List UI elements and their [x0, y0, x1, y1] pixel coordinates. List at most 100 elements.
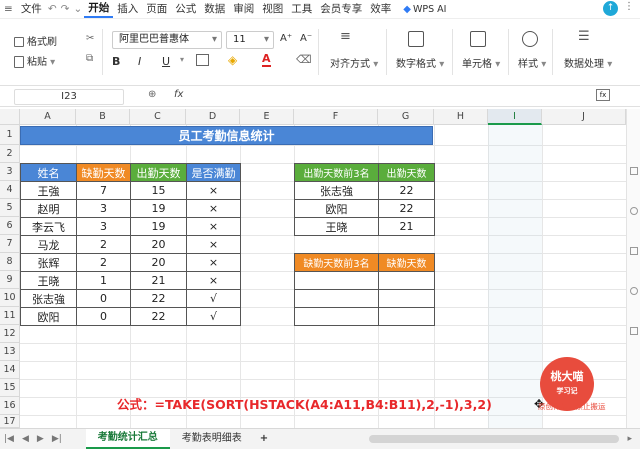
cell-name[interactable]: 张志強	[20, 289, 77, 308]
cell-full[interactable]: √	[186, 289, 241, 308]
prev-sheet-icon[interactable]: ◀	[18, 434, 33, 444]
cell-absent[interactable]: 1	[76, 271, 131, 290]
zoom-icon[interactable]: ⊕	[148, 89, 156, 100]
cell-name[interactable]: 张辉	[20, 253, 77, 272]
font-name-select[interactable]: 阿里巴巴普惠体 ▾	[112, 31, 222, 49]
side-panel-icon[interactable]	[630, 207, 638, 215]
cell-attend[interactable]: 20	[130, 253, 187, 272]
data-process-button[interactable]: 数据处理 ▾	[564, 55, 612, 70]
cell-attend[interactable]: 20	[130, 235, 187, 254]
fx-icon[interactable]: fx	[174, 89, 183, 100]
row-header[interactable]: 10	[0, 289, 20, 307]
row-header[interactable]: 6	[0, 217, 20, 235]
select-all-corner[interactable]	[0, 109, 20, 125]
cell-top3-absent-name[interactable]	[294, 271, 379, 290]
last-sheet-icon[interactable]: ▶|	[48, 434, 66, 444]
row-header[interactable]: 13	[0, 343, 20, 361]
fill-color-icon[interactable]: ◈	[228, 53, 237, 67]
tab-page[interactable]: 页面	[142, 0, 171, 18]
cell-full[interactable]: ×	[186, 235, 241, 254]
wps-ai-button[interactable]: WPS AI	[413, 4, 446, 15]
border-icon[interactable]	[196, 54, 209, 66]
cell-absent[interactable]: 3	[76, 217, 131, 236]
font-size-select[interactable]: 11 ▾	[226, 31, 274, 49]
cell-absent[interactable]: 2	[76, 235, 131, 254]
row-header[interactable]: 8	[0, 253, 20, 271]
column-header[interactable]: D	[186, 109, 240, 125]
cell-full[interactable]: ×	[186, 199, 241, 218]
header-absent-days[interactable]: 缺勤天数	[76, 163, 131, 182]
cell-attend[interactable]: 22	[130, 307, 187, 326]
horizontal-scrollbar[interactable]	[369, 435, 620, 443]
cell-name[interactable]: 王強	[20, 181, 77, 200]
cell-top3-name[interactable]: 张志強	[294, 181, 379, 200]
row-header[interactable]: 5	[0, 199, 20, 217]
tab-formula[interactable]: 公式	[171, 0, 200, 18]
side-panel-icon[interactable]	[630, 247, 638, 255]
cell-top3-absent-name[interactable]	[294, 307, 379, 326]
name-box[interactable]: I23	[14, 89, 124, 105]
cell-attend[interactable]: 22	[130, 289, 187, 308]
copy-icon[interactable]: ⧉	[86, 53, 93, 64]
italic-button[interactable]: I	[138, 55, 141, 68]
sheet-title[interactable]: 员工考勤信息统计	[20, 126, 433, 145]
cell-name[interactable]: 王晓	[20, 271, 77, 290]
cell-attend[interactable]: 21	[130, 271, 187, 290]
column-header[interactable]: F	[294, 109, 378, 125]
cell-full[interactable]: ×	[186, 253, 241, 272]
row-header[interactable]: 2	[0, 145, 20, 163]
underline-button[interactable]: U	[162, 55, 170, 68]
tab-tools[interactable]: 工具	[287, 0, 316, 18]
cell-top3-absent-value[interactable]	[378, 271, 435, 290]
cell-name[interactable]: 李云飞	[20, 217, 77, 236]
tab-insert[interactable]: 插入	[113, 0, 142, 18]
row-header[interactable]: 16	[0, 397, 20, 415]
number-format-button[interactable]: 数字格式 ▾	[396, 55, 444, 70]
cell-top3-name[interactable]: 欧阳	[294, 199, 379, 218]
column-header[interactable]: J	[542, 109, 626, 125]
increase-font-icon[interactable]: A⁺	[280, 33, 292, 44]
cell-attend[interactable]: 19	[130, 217, 187, 236]
cell-name[interactable]: 赵明	[20, 199, 77, 218]
column-header[interactable]: A	[20, 109, 76, 125]
cell-full[interactable]: ×	[186, 181, 241, 200]
underline-dropdown-icon[interactable]: ▾	[180, 55, 184, 64]
hamburger-menu-icon[interactable]: ≡	[0, 0, 17, 18]
add-sheet-button[interactable]: +	[254, 429, 274, 449]
side-panel-icon[interactable]	[630, 167, 638, 175]
column-header[interactable]: H	[434, 109, 488, 125]
row-header[interactable]: 11	[0, 307, 20, 325]
cell-full[interactable]: ×	[186, 271, 241, 290]
cloud-upload-icon[interactable]: ↑	[603, 1, 618, 16]
align-button[interactable]: 对齐方式 ▾	[330, 55, 378, 70]
row-header[interactable]: 12	[0, 325, 20, 343]
cell-top3-absent-name[interactable]	[294, 289, 379, 308]
column-header[interactable]: C	[130, 109, 186, 125]
column-header-selected[interactable]: I	[488, 109, 542, 125]
tab-home[interactable]: 开始	[84, 1, 114, 18]
cell-absent[interactable]: 3	[76, 199, 131, 218]
more-options-icon[interactable]: ⋮	[624, 1, 634, 12]
sheet-tab-summary[interactable]: 考勤统计汇总	[85, 429, 170, 449]
row-header[interactable]: 15	[0, 379, 20, 397]
expand-formula-icon[interactable]: fx	[596, 89, 610, 101]
cut-icon[interactable]: ✂	[86, 33, 94, 44]
row-header[interactable]: 17	[0, 415, 20, 428]
cell-absent[interactable]: 0	[76, 289, 131, 308]
undo-icon[interactable]: ↶	[46, 0, 59, 18]
clear-format-icon[interactable]: ⌫	[296, 53, 312, 66]
tab-efficiency[interactable]: 效率	[366, 0, 395, 18]
first-sheet-icon[interactable]: |◀	[0, 434, 18, 444]
header-attend-days[interactable]: 出勤天数	[130, 163, 187, 182]
cell-name[interactable]: 欧阳	[20, 307, 77, 326]
menu-file[interactable]: 文件	[17, 0, 46, 18]
row-header[interactable]: 3	[0, 163, 20, 181]
next-sheet-icon[interactable]: ▶	[33, 434, 48, 444]
header-top3-absent[interactable]: 缺勤天数前3名	[294, 253, 379, 272]
cell-top3-value[interactable]: 22	[378, 199, 435, 218]
header-absent-days-2[interactable]: 缺勤天数	[378, 253, 435, 272]
header-name[interactable]: 姓名	[20, 163, 77, 182]
row-header[interactable]: 9	[0, 271, 20, 289]
cell-top3-value[interactable]: 21	[378, 217, 435, 236]
tab-review[interactable]: 审阅	[229, 0, 258, 18]
